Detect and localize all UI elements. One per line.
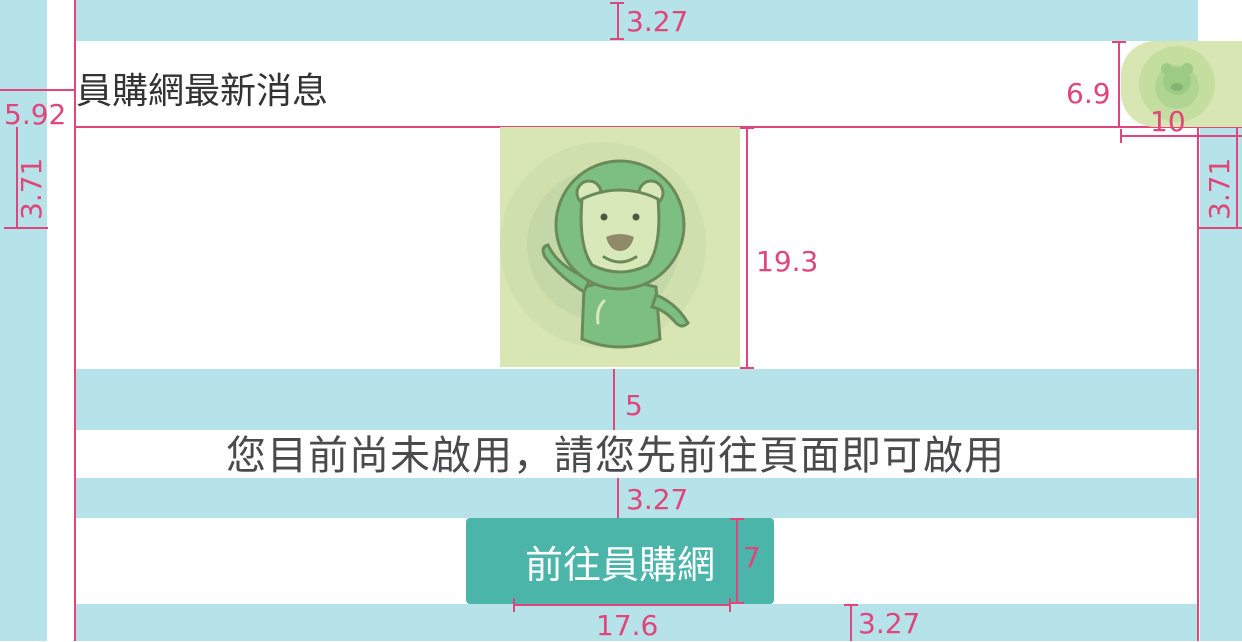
button-height-tick-bottom [730,602,744,604]
left-side-band [0,0,47,641]
button-width-tick-left [513,598,515,612]
button-height-tick-top [730,518,744,520]
dimension-hero-gap: 5 [625,389,643,422]
hero-gap-guide [613,369,615,430]
go-to-store-button[interactable]: 前往員購網 [466,518,774,604]
activation-message: 您目前尚未啟用，請您先前往頁面即可啟用 [226,433,1005,479]
corner-height-guide [1118,41,1120,127]
button-width-guide [513,604,731,606]
dimension-side-right: 3.71 [1203,157,1236,220]
dimension-side-left: 3.71 [15,157,48,220]
corner-width-tick-left [1120,129,1122,143]
hero-height-tick-bottom [740,367,754,369]
dimension-corner-height: 6.9 [1066,77,1111,110]
dimension-bottom-gap: 3.27 [858,607,921,640]
button-height-guide [736,518,738,604]
dimension-button-width: 17.6 [596,609,659,642]
top-gap-guide [617,2,619,40]
top-gap-tick-bottom [610,38,624,40]
right-band-tick-bottom [1198,227,1242,229]
message-gap-guide [617,478,619,518]
page-title: 員購網最新消息 [76,71,329,112]
dimension-button-height: 7 [743,541,761,574]
title-top-guide [0,89,76,91]
dimension-message-gap: 3.27 [626,483,689,516]
dimension-title-height: 5.92 [4,98,67,131]
bear-mascot-icon [500,127,740,367]
corner-height-tick-top [1112,41,1126,43]
hero-height-guide [746,127,748,369]
dimension-corner-width: 10 [1150,105,1186,138]
top-gap-tick-top [610,2,624,4]
bottom-gap-tick-top [844,604,858,606]
bottom-gap-guide [850,604,852,641]
right-band-guide [1236,127,1238,229]
hero-height-tick-top [740,127,754,129]
left-band-tick-bottom [4,227,48,229]
dimension-hero-height: 19.3 [756,245,819,278]
dimension-top-gap: 3.27 [626,5,689,38]
button-width-tick-right [729,598,731,612]
right-content-guide [1197,127,1199,641]
